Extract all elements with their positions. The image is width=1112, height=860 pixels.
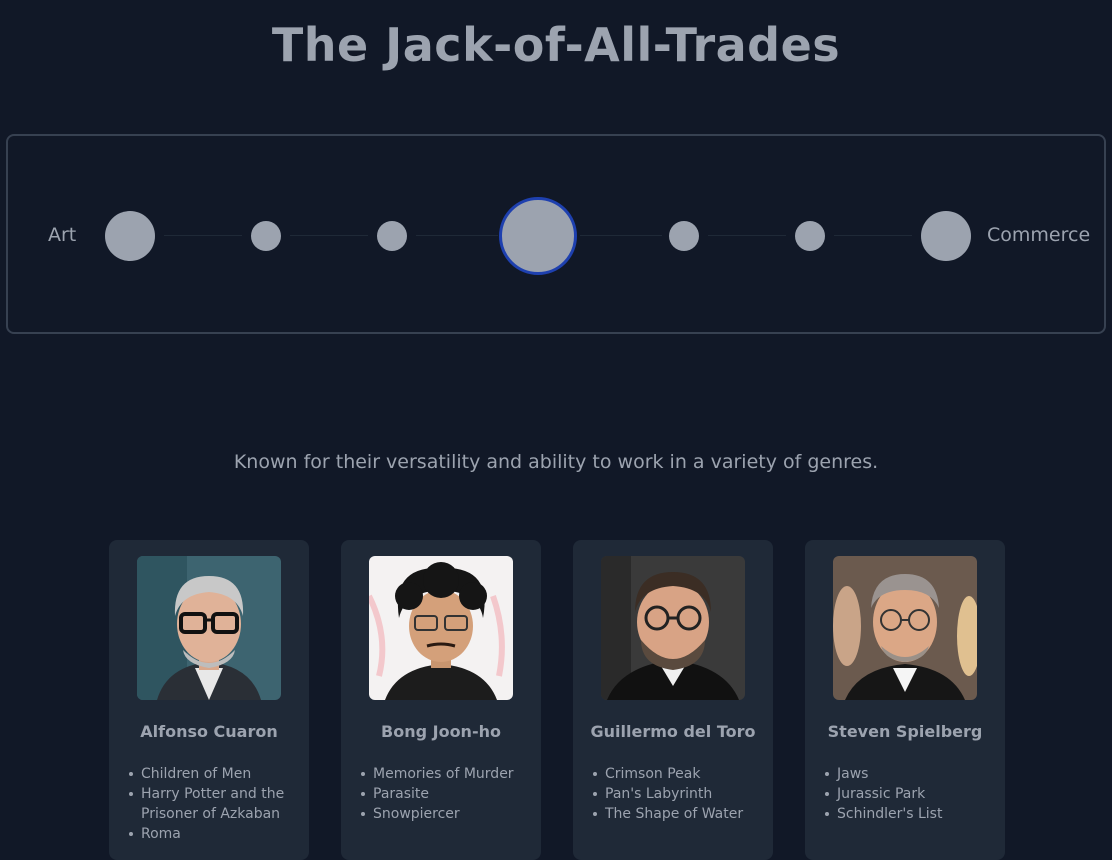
director-card[interactable]: Bong Joon-ho Memories of Murder Parasite… xyxy=(341,540,541,860)
director-card[interactable]: Guillermo del Toro Crimson Peak Pan's La… xyxy=(573,540,773,860)
spectrum-connector xyxy=(164,235,242,236)
spectrum-connector xyxy=(580,235,662,236)
spectrum-connector xyxy=(290,235,368,236)
spectrum-connector xyxy=(708,235,786,236)
director-portrait-icon xyxy=(369,556,513,700)
film-item: Parasite xyxy=(359,784,529,804)
director-card[interactable]: Steven Spielberg Jaws Jurassic Park Schi… xyxy=(805,540,1005,860)
director-portrait-icon xyxy=(833,556,977,700)
film-list: Children of Men Harry Potter and the Pri… xyxy=(127,764,297,844)
film-item: Jurassic Park xyxy=(823,784,993,804)
film-item: Memories of Murder xyxy=(359,764,529,784)
spectrum-node-2[interactable] xyxy=(251,221,281,251)
category-description: Known for their versatility and ability … xyxy=(233,451,879,473)
film-item: Jaws xyxy=(823,764,993,784)
spectrum-node-1[interactable] xyxy=(105,211,155,261)
spectrum-left-label: Art xyxy=(48,224,77,246)
spectrum-connector xyxy=(416,235,498,236)
film-list: Crimson Peak Pan's Labyrinth The Shape o… xyxy=(591,764,761,824)
art-commerce-spectrum: Art Commerce xyxy=(6,134,1106,334)
spectrum-node-7[interactable] xyxy=(921,211,971,261)
film-list: Memories of Murder Parasite Snowpiercer xyxy=(359,764,529,824)
director-name: Alfonso Cuaron xyxy=(140,722,278,741)
spectrum-node-3[interactable] xyxy=(377,221,407,251)
page-title: The Jack-of-All-Trades xyxy=(271,18,841,72)
director-name: Bong Joon-ho xyxy=(381,722,501,741)
film-item: Schindler's List xyxy=(823,804,993,824)
director-name: Guillermo del Toro xyxy=(590,722,756,741)
director-portrait-icon xyxy=(601,556,745,700)
film-item: Snowpiercer xyxy=(359,804,529,824)
film-item: Roma xyxy=(127,824,297,844)
spectrum-node-5[interactable] xyxy=(669,221,699,251)
film-item: The Shape of Water xyxy=(591,804,761,824)
director-card[interactable]: Alfonso Cuaron Children of Men Harry Pot… xyxy=(109,540,309,860)
director-name: Steven Spielberg xyxy=(827,722,983,741)
spectrum-connector xyxy=(834,235,912,236)
spectrum-node-6[interactable] xyxy=(795,221,825,251)
director-portrait-icon xyxy=(137,556,281,700)
film-item: Children of Men xyxy=(127,764,297,784)
spectrum-right-label: Commerce xyxy=(987,224,1091,246)
film-list: Jaws Jurassic Park Schindler's List xyxy=(823,764,993,824)
film-item: Crimson Peak xyxy=(591,764,761,784)
film-item: Harry Potter and the Prisoner of Azkaban xyxy=(127,784,297,824)
film-item: Pan's Labyrinth xyxy=(591,784,761,804)
spectrum-node-4-selected[interactable] xyxy=(499,197,577,275)
